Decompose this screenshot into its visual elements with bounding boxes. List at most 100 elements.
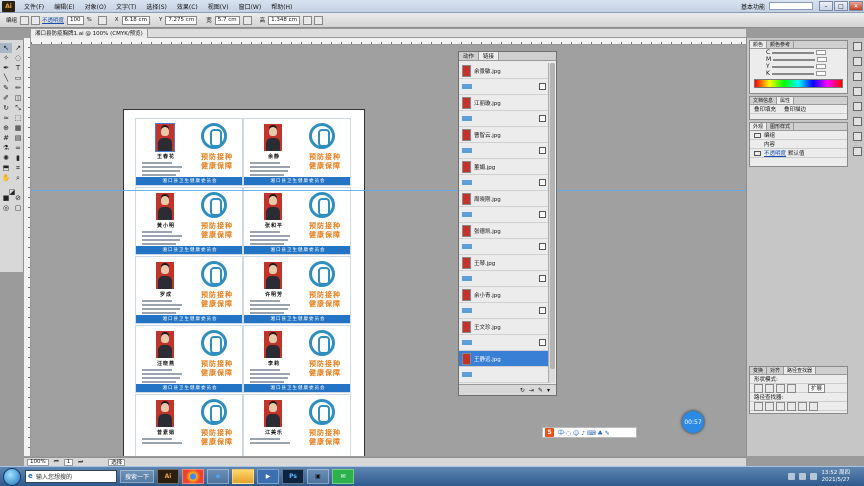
fill-swatch-icon[interactable] (20, 15, 30, 25)
zoom-tool-icon[interactable]: ⌕ (12, 173, 24, 183)
ime-tools[interactable]: 中·◌ ☺ ♪ ⌨ ♣ ✎ (558, 428, 610, 437)
divide-icon[interactable] (754, 401, 763, 411)
links-scrollbar-thumb[interactable] (550, 63, 555, 369)
height-field[interactable]: 1.348 cm (268, 15, 301, 25)
edit-original-icon[interactable]: ✎ (538, 387, 543, 394)
magenta-slider-row[interactable]: M (750, 56, 847, 63)
person-photo[interactable] (156, 331, 174, 358)
eraser-tool-icon[interactable]: ◫ (12, 93, 24, 103)
menu-view[interactable]: 视图(V) (203, 2, 234, 11)
tab-attributes[interactable]: 属性 (777, 97, 795, 104)
person-photo[interactable] (156, 400, 174, 427)
channel-value[interactable] (816, 50, 827, 55)
goto-link-icon[interactable] (539, 243, 546, 250)
none-mode-icon[interactable]: ⊘ (12, 193, 24, 203)
eyedropper-tool-icon[interactable]: ⚗ (0, 143, 12, 153)
gradient-tool-icon[interactable]: ▤ (12, 133, 24, 143)
taskbar-photoshop-icon[interactable]: Ps (282, 469, 305, 484)
opacity-link[interactable]: 不透明度 (42, 16, 64, 24)
black-slider-row[interactable]: K (750, 70, 847, 77)
tray-network-icon[interactable] (788, 473, 796, 480)
tab-color-guide[interactable]: 颜色参考 (767, 41, 795, 48)
canvas[interactable]: 王春花 预防接种 健康保障 湘口县卫生健康委员会 余静 预防接种 健康保障 湘口… (31, 45, 746, 456)
brushes-panel-icon[interactable] (852, 72, 862, 81)
vertical-ruler[interactable] (24, 38, 31, 456)
taskbar-ie-icon[interactable]: e (207, 469, 230, 484)
person-photo[interactable] (264, 193, 282, 220)
taskbar-wechat-icon[interactable]: ✉ (332, 469, 355, 484)
visibility-icon[interactable] (754, 150, 761, 156)
person-photo[interactable] (156, 262, 174, 289)
start-button-icon[interactable] (3, 467, 21, 486)
draw-mode-icon[interactable]: ◎ (0, 203, 12, 213)
tab-actions[interactable]: 动作 (459, 52, 480, 60)
person-photo[interactable] (264, 124, 282, 151)
menu-file[interactable]: 文件(F) (19, 2, 49, 11)
badge-card[interactable]: 罗成 预防接种 健康保障 湘口县卫生健康委员会 (135, 256, 243, 324)
document-tab[interactable]: 湘口县防疫胸牌1.ai @ 100% (CMYK/预览) (31, 28, 148, 38)
tray-flag-icon[interactable] (810, 473, 818, 480)
link-item[interactable]: 余小青.jpg (459, 287, 549, 303)
expand-button[interactable]: 扩展 (808, 383, 826, 393)
magic-wand-tool-icon[interactable]: ✧ (0, 53, 12, 63)
shape-builder-tool-icon[interactable]: ⊕ (0, 123, 12, 133)
menu-edit[interactable]: 编辑(E) (49, 2, 79, 11)
panel-menu-icon[interactable] (314, 15, 324, 25)
column-graph-tool-icon[interactable]: ▮ (12, 153, 24, 163)
y-field[interactable]: 7.275 cm (165, 15, 198, 25)
align-icon[interactable] (97, 15, 107, 25)
ime-toolbar[interactable]: S 中·◌ ☺ ♪ ⌨ ♣ ✎ (542, 427, 637, 438)
slider-track[interactable] (772, 51, 815, 54)
help-search-input[interactable] (769, 2, 813, 10)
paintbrush-tool-icon[interactable]: ✎ (0, 83, 12, 93)
tab-document-info[interactable]: 文档信息 (750, 97, 778, 104)
badge-card[interactable]: 王春花 预防接种 健康保障 湘口县卫生健康委员会 (135, 118, 243, 186)
badge-card[interactable]: 张和平 预防接种 健康保障 湘口县卫生健康委员会 (243, 187, 351, 255)
tab-appearance[interactable]: 外观 (750, 123, 768, 130)
blob-brush-tool-icon[interactable]: ✐ (0, 93, 12, 103)
badge-card[interactable]: 许明芳 预防接种 健康保障 湘口县卫生健康委员会 (243, 256, 351, 324)
goto-link-icon[interactable] (539, 275, 546, 282)
badge-card[interactable]: 李莉 预防接种 健康保障 湘口县卫生健康委员会 (243, 325, 351, 393)
system-clock[interactable]: 13:52 周四 2021/5/27 (821, 470, 850, 484)
last-artboard-icon[interactable]: ⏭ (78, 459, 83, 466)
symbols-panel-icon[interactable] (852, 87, 862, 96)
tab-transform[interactable]: 变换 (750, 367, 768, 374)
overprint-stroke-checkbox[interactable]: 叠印描边 (784, 105, 806, 113)
tab-color[interactable]: 颜色 (750, 41, 768, 48)
tab-pathfinder[interactable]: 路径查找器 (784, 367, 817, 374)
person-photo[interactable] (264, 331, 282, 358)
horizontal-ruler[interactable] (31, 38, 746, 45)
opacity-field[interactable]: 100 (67, 15, 84, 25)
menu-window[interactable]: 窗口(W) (234, 2, 267, 11)
minimize-button[interactable]: – (819, 1, 833, 11)
workspace-switcher[interactable]: 基本功能 (741, 2, 765, 11)
constrain-link-icon[interactable] (242, 15, 252, 25)
goto-link-button-icon[interactable]: ⇥ (529, 387, 534, 394)
menu-help[interactable]: 帮助(H) (266, 2, 297, 11)
person-photo[interactable] (264, 262, 282, 289)
rotate-tool-icon[interactable]: ↻ (0, 103, 12, 113)
taskbar-explorer-icon[interactable] (232, 469, 255, 484)
mesh-tool-icon[interactable]: # (0, 133, 12, 143)
overprint-fill-checkbox[interactable]: 叠印填充 (754, 105, 776, 113)
links-scrollbar[interactable] (548, 63, 555, 383)
taskbar-media-player-icon[interactable]: ▶ (257, 469, 280, 484)
perspective-grid-tool-icon[interactable]: ▦ (12, 123, 24, 133)
slider-track[interactable] (773, 58, 816, 61)
stroke-panel-icon[interactable] (852, 102, 862, 111)
link-item[interactable]: 张德凯.jpg (459, 223, 549, 239)
horizontal-guide[interactable] (31, 190, 746, 191)
rectangle-tool-icon[interactable]: ▭ (12, 73, 24, 83)
slider-track[interactable] (771, 65, 814, 68)
cyan-slider-row[interactable]: C (750, 49, 847, 56)
sogou-ime-icon[interactable]: S (545, 428, 554, 437)
tab-graphic-styles[interactable]: 图形样式 (767, 123, 795, 130)
goto-link-icon[interactable] (539, 115, 546, 122)
link-item[interactable]: 余景敏.jpg (459, 63, 549, 79)
person-photo[interactable] (156, 193, 174, 220)
link-item[interactable]: 董娟.jpg (459, 159, 549, 175)
type-tool-icon[interactable]: T (12, 63, 24, 73)
goto-link-icon[interactable] (539, 307, 546, 314)
color-mode-icon[interactable]: ■ (0, 193, 12, 203)
